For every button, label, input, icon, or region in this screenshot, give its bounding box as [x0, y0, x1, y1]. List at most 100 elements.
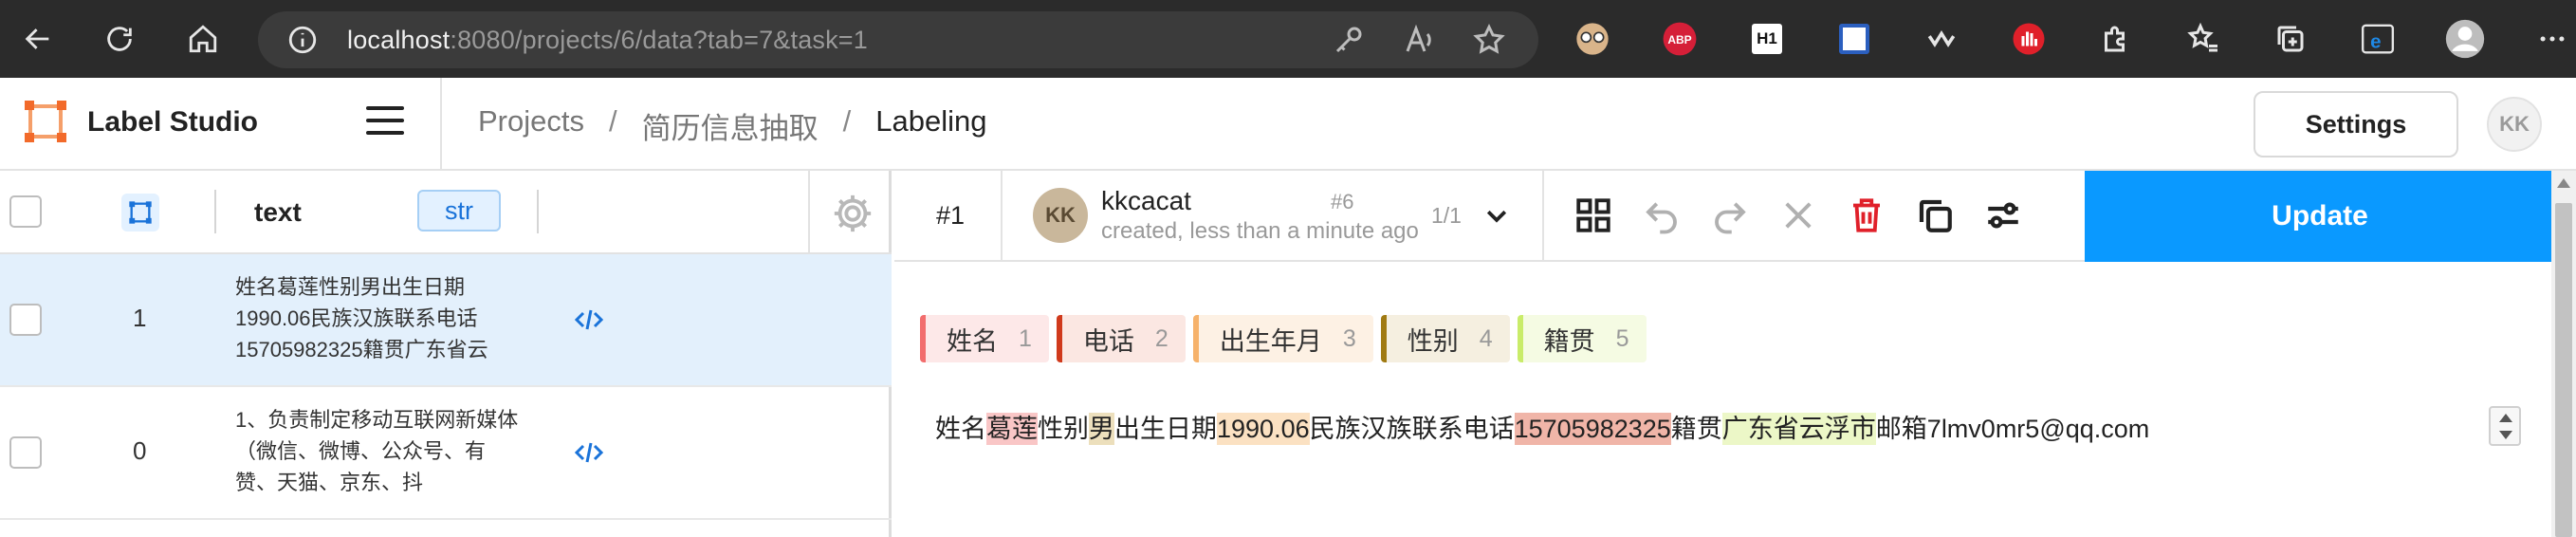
breadcrumb-projects[interactable]: Projects: [478, 104, 584, 147]
label-chip[interactable]: 性别 4: [1380, 315, 1510, 362]
back-icon[interactable]: [11, 12, 64, 65]
column-type-badge: str: [417, 190, 501, 231]
wave-icon[interactable]: [1918, 15, 1965, 63]
label-studio-logo-icon[interactable]: [23, 99, 68, 144]
abp-icon[interactable]: ABP: [1656, 15, 1703, 63]
plain-text: 性别: [1038, 415, 1089, 443]
row-id: 1: [133, 304, 147, 332]
label-hotkey: 2: [1154, 324, 1168, 352]
favorites-icon[interactable]: [2180, 15, 2227, 63]
table-row[interactable]: 0 1、负责制定移动互联网新媒体（微信、微博、公众号、有赞、天猫、京东、抖: [0, 387, 892, 520]
column-header-text[interactable]: text: [254, 197, 302, 228]
text-spinner[interactable]: [2489, 406, 2521, 446]
row-text: 姓名葛莲性别男出生日期1990.06民族汉族联系电话15705982325籍贯广…: [235, 275, 488, 361]
label-hotkey: 4: [1479, 324, 1493, 352]
grid-icon[interactable]: [1573, 195, 1613, 235]
read-aloud-icon[interactable]: [1402, 23, 1436, 57]
plain-text: 姓名: [935, 415, 986, 443]
table-header: text str: [0, 171, 892, 254]
settings-button[interactable]: Settings: [2254, 91, 2458, 157]
toolbar-divider: [1542, 171, 1544, 262]
url-text[interactable]: localhost:8080/projects/6/data?tab=7&tas…: [347, 26, 868, 55]
breadcrumb: Projects / 简历信息抽取 / Labeling: [478, 104, 986, 147]
label-chip[interactable]: 电话 2: [1056, 315, 1186, 362]
column-divider: [537, 190, 539, 233]
address-bar[interactable]: localhost:8080/projects/6/data?tab=7&tas…: [258, 11, 1538, 68]
refresh-icon[interactable]: [93, 12, 146, 65]
menu-icon[interactable]: [366, 106, 404, 139]
label-name: 姓名: [947, 326, 998, 356]
data-table: text str 1 姓名葛莲性别男出生日期1990.06民族汉族联系电话157…: [0, 171, 892, 537]
id-column-icon[interactable]: [121, 194, 159, 231]
document-text[interactable]: 姓名葛莲性别男出生日期1990.06民族汉族联系电话15705982325籍贯广…: [935, 408, 2149, 445]
home-icon[interactable]: [176, 12, 230, 65]
profile-icon[interactable]: [2441, 15, 2489, 63]
annotation-count: 1/1: [1431, 203, 1462, 228]
browser-toolbar: localhost:8080/projects/6/data?tab=7&tas…: [0, 0, 2576, 78]
chevron-down-icon[interactable]: [1482, 201, 1511, 230]
chevron-up-icon[interactable]: [2499, 414, 2512, 422]
copy-icon[interactable]: [1915, 195, 1955, 235]
redo-icon[interactable]: [1710, 195, 1750, 235]
highlighted-span[interactable]: 15705982325: [1514, 413, 1671, 445]
undo-icon[interactable]: [1642, 195, 1682, 235]
label-chip[interactable]: 出生年月 3: [1192, 315, 1373, 362]
brand-name[interactable]: Label Studio: [87, 106, 258, 139]
highlighted-span[interactable]: 男: [1089, 413, 1114, 445]
delete-icon[interactable]: [1847, 195, 1886, 235]
highlighted-span[interactable]: 广东省云浮市: [1721, 413, 1876, 445]
annotator-avatar: KK: [1033, 188, 1088, 243]
highlighted-span[interactable]: 1990.06: [1217, 413, 1310, 445]
add-favorite-icon[interactable]: [1472, 23, 1506, 57]
plain-text: 出生日期: [1114, 415, 1217, 443]
reset-icon[interactable]: [1778, 195, 1818, 235]
annotation-time: created, less than a minute ago: [1101, 218, 1419, 244]
more-icon[interactable]: [2529, 15, 2576, 63]
table-row[interactable]: 1 姓名葛莲性别男出生日期1990.06民族汉族联系电话15705982325籍…: [0, 254, 892, 387]
plain-text: 籍贯: [1670, 415, 1722, 443]
code-icon[interactable]: [575, 307, 603, 332]
gear-icon[interactable]: [831, 192, 874, 235]
annotator-name: kkcacat: [1101, 186, 1191, 215]
code-icon[interactable]: [575, 440, 603, 465]
user-avatar[interactable]: KK: [2487, 97, 2542, 152]
row-checkbox[interactable]: [9, 436, 42, 469]
annotation-number: #6: [1331, 190, 1354, 213]
label-hotkey: 1: [1019, 324, 1032, 352]
scroll-up-icon[interactable]: [2557, 178, 2570, 188]
annotation-toolbar: #1 KK kkcacat #6 created, less than a mi…: [894, 171, 2576, 262]
update-button[interactable]: Update: [2085, 171, 2555, 262]
scrollbar-thumb[interactable]: [2555, 203, 2572, 537]
svg-text:e: e: [2370, 31, 2381, 53]
chevron-down-icon[interactable]: [2499, 431, 2512, 439]
label-name: 籍贯: [1543, 326, 1595, 356]
label-hotkey: 5: [1615, 324, 1629, 352]
h1-icon[interactable]: H1: [1743, 15, 1791, 63]
notes-icon[interactable]: [1831, 15, 1878, 63]
row-id: 0: [133, 436, 147, 465]
puzzle-icon[interactable]: [2092, 15, 2140, 63]
label-chip[interactable]: 姓名 1: [920, 315, 1049, 362]
scrollbar[interactable]: [2551, 171, 2576, 537]
label-chip[interactable]: 籍贯 5: [1517, 315, 1647, 362]
breadcrumb-project[interactable]: 简历信息抽取: [642, 104, 819, 147]
hand-icon[interactable]: [2005, 15, 2052, 63]
plain-text: 邮箱7lmv0mr5@qq.com: [1875, 415, 2150, 443]
task-id: #1: [936, 201, 966, 230]
ie-mode-icon[interactable]: e: [2354, 15, 2401, 63]
key-icon[interactable]: [1332, 23, 1366, 57]
settings-sliders-icon[interactable]: [1983, 195, 2023, 235]
header-divider: [440, 78, 442, 169]
label-name: 性别: [1407, 326, 1459, 356]
row-checkbox[interactable]: [9, 304, 42, 336]
select-all-checkbox[interactable]: [9, 195, 42, 228]
collections-icon[interactable]: [2267, 15, 2314, 63]
label-name: 电话: [1082, 326, 1134, 356]
cat-extension-icon[interactable]: [1569, 15, 1616, 63]
app-header: Label Studio Projects / 简历信息抽取 / Labelin…: [0, 78, 2576, 171]
breadcrumb-separator: /: [842, 104, 852, 138]
row-text: 1、负责制定移动互联网新媒体（微信、微博、公众号、有赞、天猫、京东、抖: [235, 408, 519, 494]
site-info-icon[interactable]: [286, 24, 319, 56]
column-divider: [808, 171, 810, 254]
highlighted-span[interactable]: 葛莲: [986, 413, 1038, 445]
